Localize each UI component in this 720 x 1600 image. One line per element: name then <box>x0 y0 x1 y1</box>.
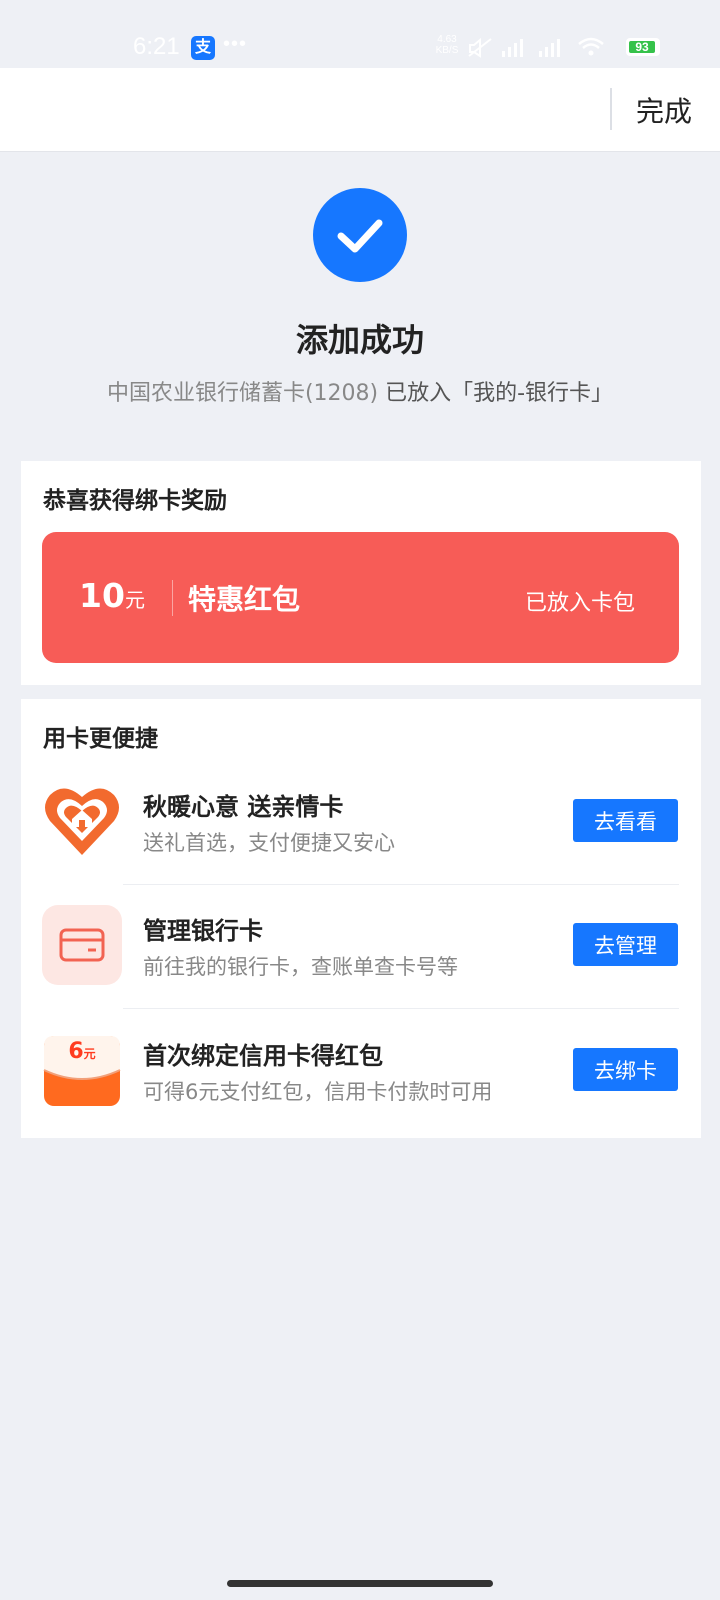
bank-card-name: 中国农业银行储蓄卡(1208) <box>106 381 379 406</box>
reward-card: 恭喜获得绑卡奖励 10元 特惠红包 已放入卡包 <box>21 461 701 685</box>
status-time: 6:21 <box>133 33 180 60</box>
more-notifications-icon: ••• <box>223 33 248 55</box>
reward-amount-value: 10 <box>79 576 125 615</box>
item-title: 秋暖心意 送亲情卡 <box>143 793 344 821</box>
go-see-button[interactable]: 去看看 <box>573 799 678 842</box>
item-desc: 前往我的银行卡，查账单查卡号等 <box>143 955 458 979</box>
reward-status: 已放入卡包 <box>524 591 635 616</box>
battery-icon: 93 <box>626 38 660 56</box>
reward-amount: 10元 <box>79 576 145 615</box>
envelope-badge: 6元 <box>42 1039 122 1064</box>
top-nav-bar: 完成 <box>0 68 720 152</box>
alipay-app-icon: 支 <box>191 36 215 60</box>
item-desc: 送礼首选，支付便捷又安心 <box>143 831 395 855</box>
list-item-manage-cards[interactable]: 管理银行卡 前往我的银行卡，查账单查卡号等 去管理 <box>21 885 701 1009</box>
done-button[interactable]: 完成 <box>636 90 692 130</box>
signal-strength-icon <box>502 39 523 57</box>
status-bar: 6:21 支 ••• 4.63 KB/S 93 <box>0 0 720 68</box>
home-indicator[interactable] <box>227 1580 493 1587</box>
mute-icon <box>468 37 492 58</box>
placed-location: 已放入「我的-银行卡」 <box>378 381 614 406</box>
family-card-heart-icon <box>42 781 122 861</box>
go-manage-button[interactable]: 去管理 <box>573 923 678 966</box>
list-item-bind-credit-card[interactable]: 6元 首次绑定信用卡得红包 可得6元支付红包，信用卡付款时可用 去绑卡 <box>21 1010 701 1134</box>
list-item-family-card[interactable]: 秋暖心意 送亲情卡 送礼首选，支付便捷又安心 去看看 <box>21 761 701 885</box>
battery-level: 93 <box>629 41 655 53</box>
item-desc: 可得6元支付红包，信用卡付款时可用 <box>143 1080 493 1104</box>
convenience-section-title: 用卡更便捷 <box>43 726 158 752</box>
nav-divider <box>610 88 612 130</box>
envelope-badge-unit: 元 <box>83 1047 96 1061</box>
item-title: 首次绑定信用卡得红包 <box>143 1042 383 1070</box>
envelope-badge-value: 6 <box>68 1039 84 1064</box>
signal-strength-icon-2 <box>539 39 560 57</box>
red-envelope-icon: 6元 <box>42 1030 122 1110</box>
bank-card-icon <box>42 905 122 985</box>
convenience-card: 用卡更便捷 秋暖心意 送亲情卡 送礼首选，支付便捷又安心 去看看 管理银行卡 前… <box>21 699 701 1138</box>
reward-section-title: 恭喜获得绑卡奖励 <box>43 488 227 514</box>
success-subtitle: 中国农业银行储蓄卡(1208) 已放入「我的-银行卡」 <box>0 375 720 407</box>
success-title: 添加成功 <box>295 321 424 359</box>
wifi-icon <box>578 37 604 56</box>
network-speed-value: 4.63 <box>437 34 457 45</box>
reward-name: 特惠红包 <box>188 583 301 616</box>
reward-divider <box>172 580 173 616</box>
red-packet-reward[interactable]: 10元 特惠红包 已放入卡包 <box>42 532 679 663</box>
reward-unit: 元 <box>124 588 145 612</box>
network-speed: 4.63 KB/S <box>432 34 462 56</box>
item-title: 管理银行卡 <box>143 917 263 945</box>
network-speed-unit: KB/S <box>435 45 459 56</box>
divider <box>123 1008 679 1009</box>
success-check-icon <box>313 188 407 282</box>
go-bind-card-button[interactable]: 去绑卡 <box>573 1048 678 1091</box>
